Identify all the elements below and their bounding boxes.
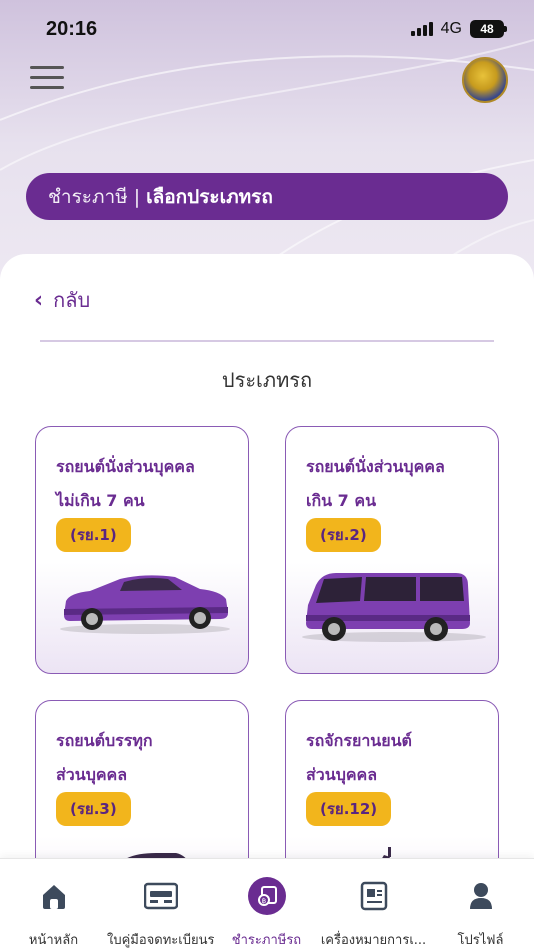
signal-icon: [410, 22, 433, 36]
svg-text:฿: ฿: [261, 897, 265, 905]
status-indicators: 4G 48: [410, 20, 507, 38]
section-title: ประเภทรถ: [221, 368, 313, 392]
bottom-navigation: หน้าหลัก ใบคู่มือจดทะเบียนรถ ฿ ชำระภาษีร…: [0, 858, 534, 950]
nav-tax-payment[interactable]: ฿ ชำระภาษีรถ: [213, 859, 320, 950]
network-label: 4G: [440, 20, 462, 37]
van-image: [302, 573, 486, 642]
home-icon: [35, 877, 73, 915]
status-bar: 20:16 4G 48: [0, 0, 534, 58]
vehicle-card-subtitle: เกิน 7 คน: [306, 491, 377, 510]
vehicle-card-subtitle: ไม่เกิน 7 คน: [56, 491, 145, 510]
nav-profile[interactable]: โปรไฟล์: [427, 859, 534, 950]
vehicle-card-ry1[interactable]: รถยนต์นั่งส่วนบุคคล ไม่เกิน 7 คน (รย.1): [35, 426, 249, 674]
vehicle-card-title: รถยนต์นั่งส่วนบุคคล: [306, 457, 445, 476]
battery-level: 48: [480, 22, 494, 36]
sedan-car-image: [60, 575, 230, 634]
vehicle-code-badge: (รย.12): [306, 792, 392, 826]
back-label: กลับ: [53, 288, 91, 312]
hamburger-menu-icon[interactable]: [30, 66, 64, 90]
page-title-main: ชำระภาษี: [48, 185, 128, 208]
page-title-bar: ชำระภาษี | เลือกประเภทรถ: [26, 173, 508, 220]
page-title-separator: |: [133, 185, 141, 208]
back-button[interactable]: ‹ กลับ: [34, 284, 90, 316]
vehicle-card-title: รถยนต์บรรทุก: [56, 731, 153, 750]
registration-book-icon: [142, 877, 180, 915]
nav-tax-payment-label: ชำระภาษีรถ: [231, 933, 302, 948]
vehicle-card-subtitle: ส่วนบุคคล: [306, 765, 378, 784]
nav-tax-sign-label: เครื่องหมายการเ...: [320, 933, 427, 948]
chevron-left-icon: ‹: [34, 287, 44, 313]
vehicle-card-title: รถยนต์นั่งส่วนบุคคล: [56, 457, 195, 476]
nav-tax-sign[interactable]: เครื่องหมายการเ...: [320, 859, 427, 950]
tax-sign-icon: [355, 877, 393, 915]
vehicle-code-badge: (รย.2): [306, 518, 381, 552]
vehicle-card-title: รถจักรยานยนต์: [306, 731, 412, 750]
vehicle-code-badge: (รย.3): [56, 792, 131, 826]
battery-icon: 48: [470, 20, 507, 38]
nav-registration-book-label: ใบคู่มือจดทะเบียนรถ: [107, 933, 214, 948]
content-panel: ‹ กลับ ประเภทรถ รถยนต์นั่งส่วนบุคคล ไม่เ…: [0, 254, 534, 950]
tax-payment-icon: ฿: [247, 877, 286, 915]
department-logo: [462, 57, 508, 103]
status-time: 20:16: [46, 17, 98, 40]
nav-registration-book[interactable]: ใบคู่มือจดทะเบียนรถ: [107, 859, 214, 950]
vehicle-card-ry2[interactable]: รถยนต์นั่งส่วนบุคคล เกิน 7 คน (รย.2): [285, 426, 499, 674]
divider: [40, 340, 494, 342]
vehicle-code-badge: (รย.1): [56, 518, 131, 552]
profile-icon: [462, 877, 500, 915]
vehicle-card-subtitle: ส่วนบุคคล: [56, 765, 128, 784]
page-title-sub: เลือกประเภทรถ: [146, 185, 273, 208]
nav-home-label: หน้าหลัก: [28, 933, 79, 948]
nav-home[interactable]: หน้าหลัก: [0, 859, 107, 950]
nav-profile-label: โปรไฟล์: [457, 933, 504, 948]
